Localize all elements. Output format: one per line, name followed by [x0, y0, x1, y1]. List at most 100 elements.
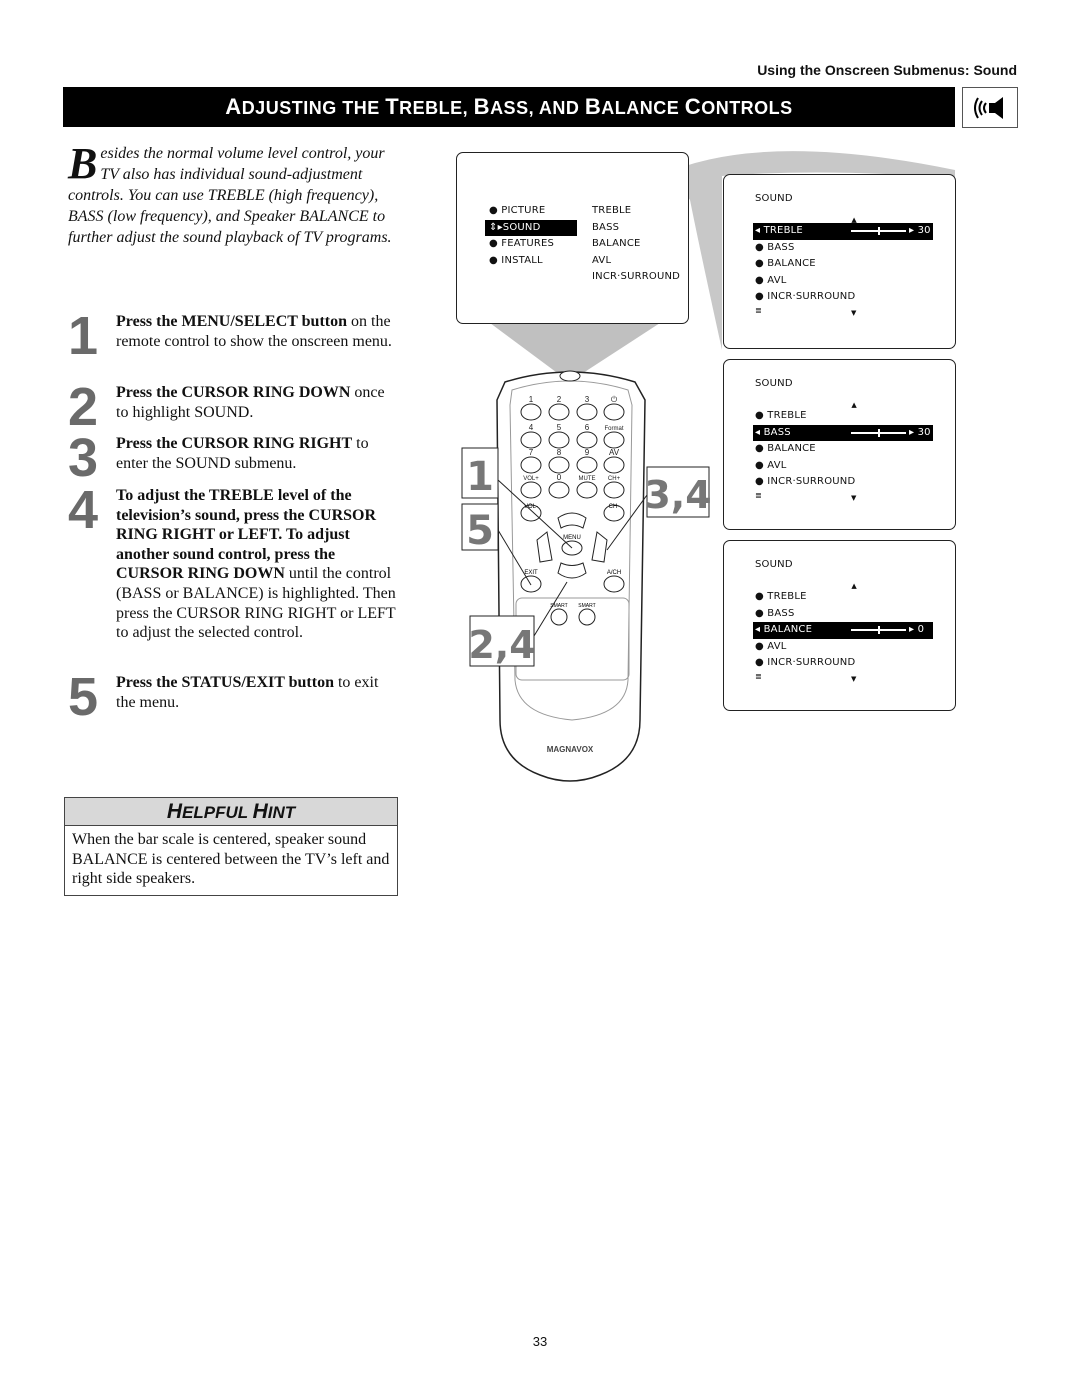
svg-text:3,4: 3,4	[644, 473, 711, 517]
sound-menu-item[interactable]: ● AVL	[755, 458, 935, 475]
scroll-down-icon: ▼	[851, 308, 857, 317]
level-slider[interactable]	[851, 227, 906, 235]
remote-key-label: MUTE	[579, 476, 596, 482]
remote-key-label: VOL+	[523, 476, 539, 482]
remote-key-button[interactable]	[603, 431, 625, 449]
page-number: 33	[532, 1334, 548, 1349]
remote-key-label: 4	[529, 423, 534, 432]
sound-menu-title: SOUND	[755, 193, 793, 204]
sound-menu-screen: SOUND ▲ ◂ TREBLE ▸ 30 ● BASS ● BALANCE ● AVL ● …	[723, 174, 956, 349]
remote-key-label: 0	[557, 473, 562, 482]
menu-item[interactable]: INCR·SURROUND	[592, 269, 680, 286]
sound-menu-title: SOUND	[755, 378, 793, 389]
exit-button[interactable]	[520, 575, 542, 593]
svg-text:1: 1	[466, 454, 494, 500]
remote-key-label: 2	[557, 395, 562, 404]
menu-item[interactable]: ⇕▸SOUND	[485, 219, 577, 236]
remote-key-label: CH+	[608, 476, 621, 482]
remote-key-button[interactable]	[520, 456, 542, 474]
remote-key-button[interactable]	[548, 431, 570, 449]
sound-menu-item[interactable]: ● BALANCE	[755, 441, 935, 458]
remote-key-label: ⏻	[611, 395, 618, 404]
sound-menu-title: SOUND	[755, 559, 793, 570]
smart-sound-button[interactable]	[578, 608, 596, 626]
sound-menu-item[interactable]: ◂ TREBLE ▸ 30	[753, 223, 933, 240]
svg-text:2,4: 2,4	[468, 623, 535, 667]
remote-key-button[interactable]	[520, 403, 542, 421]
remote-key-label: Format	[604, 426, 623, 432]
sound-menu-item[interactable]: ● INCR·SURROUND	[755, 474, 935, 491]
ir-beam	[490, 323, 660, 375]
menu-item[interactable]: ● FEATURES	[489, 236, 579, 253]
remote-key-button[interactable]	[603, 403, 625, 421]
smart-picture-button[interactable]	[550, 608, 568, 626]
sound-menu-item[interactable]: ● INCR·SURROUND	[755, 289, 935, 306]
ch-down-label: CH-	[609, 504, 620, 510]
menu-item[interactable]: BASS	[592, 220, 680, 237]
menu-item[interactable]: ● PICTURE	[489, 203, 579, 220]
sound-menu-screen: SOUND ▲ ● TREBLE ● BASS ◂ BALANCE ▸ 0 ● AVL ● I…	[723, 540, 956, 711]
remote-key-label: 3	[585, 395, 590, 404]
helpful-hint-box: HELPFUL HINT When the bar scale is cente…	[64, 797, 398, 896]
scroll-indicator-icon: ≣	[755, 671, 762, 681]
sound-menu-item[interactable]: ● BASS	[755, 240, 935, 257]
menu-item[interactable]: ● INSTALL	[489, 253, 579, 270]
ach-label: A/CH	[607, 570, 621, 576]
remote-key-label: AV	[609, 448, 620, 457]
scroll-indicator-icon: ≣	[755, 305, 762, 315]
menu-item[interactable]: BALANCE	[592, 236, 680, 253]
helpful-hint-text: When the bar scale is centered, speaker …	[72, 831, 390, 887]
main-menu-screen: ● PICTURE ⇕▸SOUND ● FEATURES ● INSTALL TREB…	[456, 152, 689, 324]
remote-key-button[interactable]	[576, 431, 598, 449]
smart-sound-label: SMART	[578, 603, 595, 609]
sound-menu-item[interactable]: ● AVL	[755, 639, 935, 656]
remote-key-button[interactable]	[548, 403, 570, 421]
sound-menu-item[interactable]: ◂ BASS ▸ 30	[753, 424, 933, 441]
sound-menu-item[interactable]: ● BASS	[755, 606, 935, 623]
level-slider[interactable]	[851, 626, 906, 634]
cursor-down-button[interactable]	[557, 562, 587, 579]
sound-menu-item[interactable]: ● INCR·SURROUND	[755, 655, 935, 672]
level-slider[interactable]	[851, 428, 906, 437]
remote-key-button[interactable]	[576, 481, 598, 499]
menu-item[interactable]: TREBLE	[592, 203, 680, 220]
remote-key-button[interactable]	[603, 456, 625, 474]
scroll-down-icon: ▼	[851, 674, 857, 683]
menu-label: MENU	[563, 535, 581, 541]
sound-menu-item[interactable]: ● BALANCE	[755, 256, 935, 273]
sound-menu-item[interactable]: ◂ BALANCE ▸ 0	[753, 622, 933, 639]
remote-key-button[interactable]	[548, 481, 570, 499]
scroll-up-icon: ▲	[851, 582, 857, 590]
remote-key-button[interactable]	[576, 403, 598, 421]
slider-knob[interactable]	[877, 227, 880, 235]
sound-menu-screen: SOUND ▲ ● TREBLE ◂ BASS ▸ 30 ● BALANCE ● AVL ● …	[723, 359, 956, 530]
svg-text:5: 5	[466, 508, 494, 554]
remote-key-label: 5	[557, 423, 562, 432]
sound-menu-item[interactable]: ● TREBLE	[755, 408, 935, 425]
remote-control: 1 2 3 ⏻ 4 5 6 Format 7 8 9 AV VOL+ 0 MUTE CH+ VOL- CH- MEN…	[496, 370, 646, 782]
menu-item[interactable]: AVL	[592, 253, 680, 270]
remote-key-button[interactable]	[520, 481, 542, 499]
remote-key-label: 6	[585, 423, 590, 432]
sound-menu-item[interactable]: ● TREBLE	[755, 589, 935, 606]
remote-key-button[interactable]	[548, 456, 570, 474]
remote-key-button[interactable]	[520, 431, 542, 449]
remote-key-label: 7	[529, 448, 534, 457]
ach-button[interactable]	[603, 575, 625, 593]
helpful-hint-title: HELPFUL HINT	[65, 798, 397, 826]
slider-knob[interactable]	[877, 428, 880, 437]
vol-down-label: VOL-	[524, 504, 538, 510]
remote-key-button[interactable]	[576, 456, 598, 474]
scroll-down-icon: ▼	[851, 493, 857, 502]
remote-key-label: 9	[585, 448, 590, 457]
level-value: ▸ 0	[909, 624, 925, 635]
sound-menu-item[interactable]: ● AVL	[755, 273, 935, 290]
scroll-up-icon: ▲	[851, 401, 857, 409]
level-value: ▸ 30	[909, 426, 931, 438]
remote-key-label: 1	[529, 395, 534, 404]
remote-key-button[interactable]	[603, 481, 625, 499]
slider-knob[interactable]	[877, 626, 880, 634]
remote-key-label: 8	[557, 448, 562, 457]
exit-label: EXIT	[524, 570, 538, 576]
level-value: ▸ 30	[909, 225, 931, 236]
